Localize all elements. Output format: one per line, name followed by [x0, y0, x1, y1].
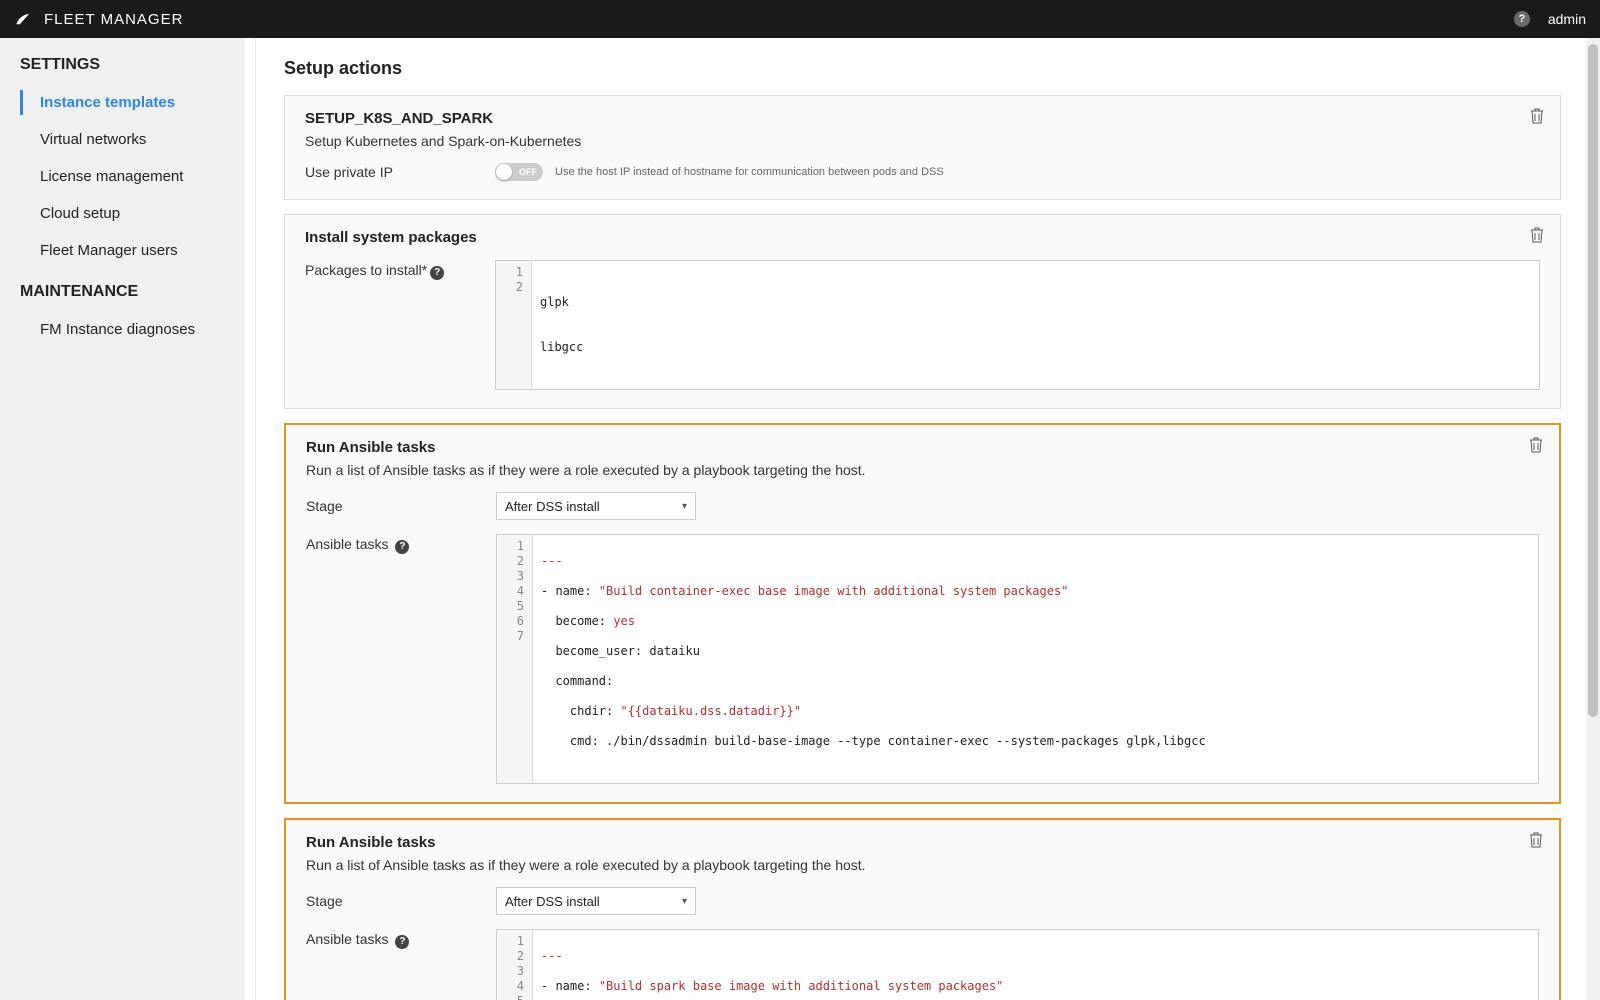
sidebar-item-cloud-setup[interactable]: Cloud setup [0, 195, 245, 232]
delete-action-icon[interactable] [1530, 227, 1544, 246]
topbar-right: ? admin [1514, 11, 1586, 27]
sidebar-item-fm-instance-diagnoses[interactable]: FM Instance diagnoses [0, 311, 245, 348]
help-icon[interactable]: ? [395, 540, 409, 554]
sidebar-section-maintenance: MAINTENANCE [0, 283, 245, 311]
stage-select[interactable]: After DSS install ▾ [496, 887, 696, 915]
help-icon[interactable]: ? [1514, 11, 1530, 27]
scrollbar[interactable] [1586, 38, 1600, 1000]
delete-action-icon[interactable] [1529, 832, 1543, 851]
sidebar-item-virtual-networks[interactable]: Virtual networks [0, 121, 245, 158]
ansible-editor[interactable]: 1234567 --- - name: "Build container-exe… [496, 534, 1539, 784]
private-ip-hint: Use the host IP instead of hostname for … [555, 166, 944, 178]
action-title: Install system packages [305, 229, 1540, 246]
sidebar-section-settings: SETTINGS [0, 56, 245, 84]
editor-gutter: 1234567 [497, 930, 533, 1000]
stage-value: After DSS install [505, 499, 600, 514]
topbar: FLEET MANAGER ? admin [0, 0, 1600, 38]
app-title: FLEET MANAGER [44, 11, 183, 28]
action-card-syspkg: Install system packages Packages to inst… [284, 214, 1561, 409]
main-content: Setup actions SETUP_K8S_AND_SPARK Setup … [245, 38, 1600, 1000]
action-subtitle: Run a list of Ansible tasks as if they w… [306, 857, 1539, 873]
action-card-ansible-2: Run Ansible tasks Run a list of Ansible … [284, 818, 1561, 1000]
app-logo-icon [14, 10, 32, 28]
packages-label: Packages to install*? [305, 260, 495, 280]
action-title: SETUP_K8S_AND_SPARK [305, 110, 1540, 127]
current-user[interactable]: admin [1548, 11, 1586, 27]
sidebar-item-fleet-manager-users[interactable]: Fleet Manager users [0, 232, 245, 269]
chevron-down-icon: ▾ [682, 501, 687, 512]
editor-gutter: 12 [496, 261, 532, 389]
private-ip-label: Use private IP [305, 164, 495, 180]
packages-editor[interactable]: 12 glpk libgcc [495, 260, 1540, 390]
delete-action-icon[interactable] [1530, 108, 1544, 127]
editor-gutter: 1234567 [497, 535, 533, 783]
help-icon[interactable]: ? [395, 935, 409, 949]
action-subtitle: Run a list of Ansible tasks as if they w… [306, 462, 1539, 478]
private-ip-toggle[interactable]: OFF [495, 163, 543, 181]
toggle-state-label: OFF [519, 167, 537, 177]
sidebar-item-license-management[interactable]: License management [0, 158, 245, 195]
action-card-k8s: SETUP_K8S_AND_SPARK Setup Kubernetes and… [284, 95, 1561, 200]
page-title: Setup actions [284, 58, 1561, 79]
action-title: Run Ansible tasks [306, 834, 1539, 851]
stage-ic: After DSS install [505, 894, 600, 909]
delete-action-icon[interactable] [1529, 437, 1543, 456]
sidebar: SETTINGS Instance templates Virtual netw… [0, 38, 245, 1000]
ansible-tasks-label: Ansible tasks ? [306, 929, 496, 949]
scrollbar-thumb[interactable] [1588, 44, 1598, 717]
stage-label: Stage [306, 498, 496, 514]
topbar-left: FLEET MANAGER [14, 10, 183, 28]
action-subtitle: Setup Kubernetes and Spark-on-Kubernetes [305, 133, 1540, 149]
stage-select[interactable]: After DSS install ▾ [496, 492, 696, 520]
sidebar-item-instance-templates[interactable]: Instance templates [0, 84, 245, 121]
stage-label: Stage [306, 893, 496, 909]
action-card-ansible-1: Run Ansible tasks Run a list of Ansible … [284, 423, 1561, 804]
chevron-down-icon: ▾ [682, 896, 687, 907]
help-icon[interactable]: ? [430, 266, 444, 280]
action-title: Run Ansible tasks [306, 439, 1539, 456]
ansible-tasks-label: Ansible tasks ? [306, 534, 496, 554]
ansible-editor[interactable]: 1234567 --- - name: "Build spark base im… [496, 929, 1539, 1000]
